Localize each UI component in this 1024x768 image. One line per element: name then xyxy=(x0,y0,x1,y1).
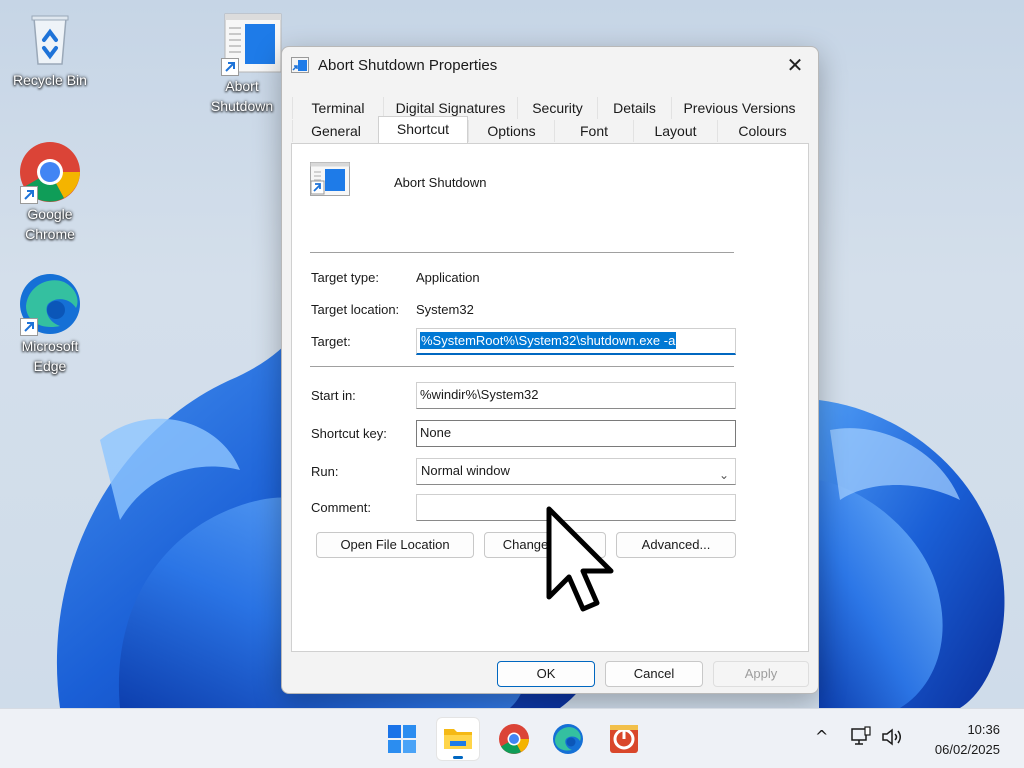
network-icon[interactable] xyxy=(850,726,872,753)
run-dropdown-value: Normal window xyxy=(421,463,510,478)
volume-icon[interactable] xyxy=(880,726,904,753)
tab-details[interactable]: Details xyxy=(597,97,671,119)
desktop-icon-label: Recycle Bin xyxy=(13,72,87,88)
abort-shutdown-icon xyxy=(610,725,638,753)
show-hidden-icons-button[interactable]: ^ xyxy=(815,727,828,746)
shortcut-app-icon xyxy=(291,57,309,73)
start-button[interactable] xyxy=(380,717,424,761)
dialog-title: Abort Shutdown Properties xyxy=(318,57,498,74)
apply-button[interactable]: Apply xyxy=(713,661,809,687)
separator xyxy=(310,252,734,253)
shortcut-key-field[interactable]: None xyxy=(416,420,736,447)
recycle-bin-icon xyxy=(18,6,82,70)
tab-layout[interactable]: Layout xyxy=(633,120,717,142)
separator xyxy=(310,366,734,367)
shortcut-arrow-icon xyxy=(20,186,38,204)
comment-label: Comment: xyxy=(311,500,371,515)
edge-icon xyxy=(553,724,583,754)
desktop-icon-label: Google Chrome xyxy=(25,206,75,242)
desktop-icon-label: Abort Shutdown xyxy=(210,78,274,114)
shortcut-arrow-icon xyxy=(20,318,38,336)
file-explorer-button[interactable] xyxy=(436,717,480,761)
chevron-up-icon: ^ xyxy=(815,727,829,746)
close-icon: ✕ xyxy=(786,53,804,77)
active-indicator xyxy=(453,756,463,759)
target-field[interactable]: %SystemRoot%\System32\shutdown.exe -a xyxy=(416,328,736,355)
ok-button[interactable]: OK xyxy=(497,661,595,687)
close-button[interactable]: ✕ xyxy=(778,53,812,79)
shortcut-arrow-icon xyxy=(221,58,239,76)
tab-terminal[interactable]: Terminal xyxy=(292,97,383,119)
target-label: Target: xyxy=(311,334,351,349)
tab-options[interactable]: Options xyxy=(468,120,554,142)
start-in-label: Start in: xyxy=(311,388,356,403)
desktop-icon-microsoft-edge[interactable]: Microsoft Edge xyxy=(8,272,92,376)
target-type-label: Target type: xyxy=(311,270,379,285)
desktop-icon-label: Microsoft Edge xyxy=(21,338,79,374)
tab-previous-versions[interactable]: Previous Versions xyxy=(671,97,807,119)
start-in-field[interactable]: %windir%\System32 xyxy=(416,382,736,409)
shortcut-large-icon xyxy=(310,162,350,196)
clock-date: 06/02/2025 xyxy=(934,742,1000,757)
open-file-location-button[interactable]: Open File Location xyxy=(316,532,474,558)
target-type-value: Application xyxy=(416,270,480,285)
run-label: Run: xyxy=(311,464,339,479)
run-dropdown[interactable]: Normal window ⌄ xyxy=(416,458,736,485)
start-icon xyxy=(388,725,416,753)
desktop-icon-google-chrome[interactable]: Google Chrome xyxy=(8,140,92,244)
tab-colours[interactable]: Colours xyxy=(717,120,807,142)
clock-time: 10:36 xyxy=(967,722,1000,737)
edge-taskbar-button[interactable] xyxy=(546,717,590,761)
title-bar[interactable]: Abort Shutdown Properties ✕ xyxy=(282,47,818,85)
chrome-icon xyxy=(18,140,82,204)
target-location-value: System32 xyxy=(416,302,474,317)
abort-shutdown-taskbar-button[interactable] xyxy=(602,717,646,761)
cancel-button[interactable]: Cancel xyxy=(605,661,703,687)
tab-general[interactable]: General xyxy=(292,120,379,142)
desktop-icon-recycle-bin[interactable]: Recycle Bin xyxy=(8,6,92,90)
tab-shortcut[interactable]: Shortcut xyxy=(378,116,468,143)
advanced-button[interactable]: Advanced... xyxy=(616,532,736,558)
tab-font[interactable]: Font xyxy=(554,120,633,142)
shortcut-name: Abort Shutdown xyxy=(394,175,487,190)
chevron-down-icon: ⌄ xyxy=(718,468,729,482)
edge-icon xyxy=(18,272,82,336)
chrome-icon xyxy=(499,724,529,754)
clock[interactable]: 10:36 06/02/2025 xyxy=(935,720,1000,760)
target-location-label: Target location: xyxy=(311,302,400,317)
taskbar: ^ 10:36 06/02/2025 xyxy=(0,708,1024,768)
target-field-value: %SystemRoot%\System32\shutdown.exe -a xyxy=(420,332,677,349)
mouse-cursor-icon xyxy=(545,505,617,620)
chrome-taskbar-button[interactable] xyxy=(492,717,536,761)
tab-security[interactable]: Security xyxy=(517,97,597,119)
file-explorer-icon xyxy=(444,729,472,749)
shortcut-app-icon xyxy=(219,12,283,76)
shortcut-key-label: Shortcut key: xyxy=(311,426,387,441)
